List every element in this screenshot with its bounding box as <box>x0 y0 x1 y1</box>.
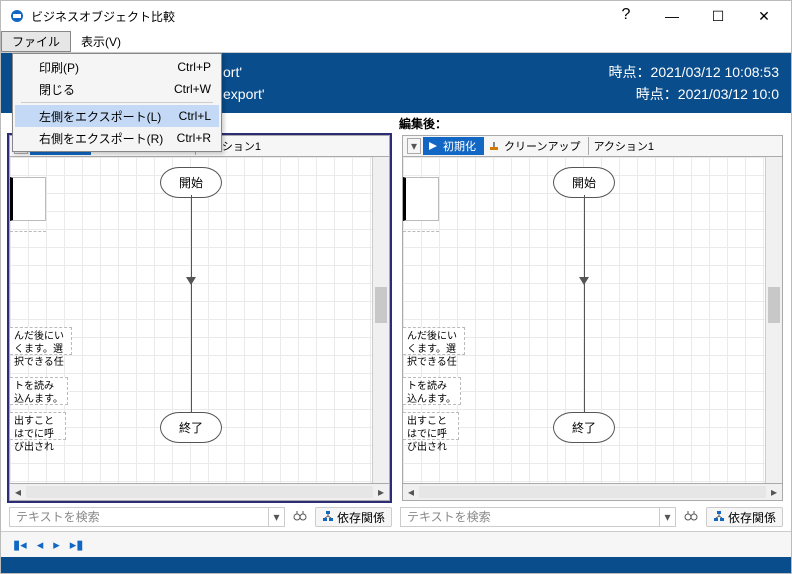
dash-guide-1 <box>10 231 46 232</box>
hscroll-left-arrow-r[interactable]: ◂ <box>403 484 419 500</box>
search-binoculars-right[interactable] <box>680 507 702 527</box>
search-dropdown-left[interactable]: ▾ <box>269 507 285 527</box>
dash-guide-1r <box>403 231 439 232</box>
cut-block-2-left: んだ後にいくます。選択できる任 <box>10 327 72 355</box>
menu-view[interactable]: 表示(V) <box>71 31 131 52</box>
left-canvas[interactable]: んだ後にいくます。選択できる任 トを読み込んます。 出すことはでに呼び出され 開… <box>10 157 372 483</box>
tab-action1-right-label: アクション1 <box>593 138 654 154</box>
cut-block-4-left: 出すことはでに呼び出され <box>10 412 66 440</box>
menu-file[interactable]: ファイル <box>1 31 71 52</box>
pane-label-right: 編集後： <box>393 115 781 133</box>
right-canvas-wrap: んだ後にいくます。選択できる任 トを読み込んます。 出すことはでに呼び出され 開… <box>402 157 783 484</box>
binoculars-icon <box>293 509 307 526</box>
menu-export-left[interactable]: 左側をエクスポート(L) Ctrl+L <box>15 105 219 127</box>
dependencies-label-left: 依存関係 <box>337 509 385 526</box>
search-dropdown-right[interactable]: ▾ <box>660 507 676 527</box>
menu-export-right[interactable]: 右側をエクスポート(R) Ctrl+R <box>15 127 219 149</box>
tree-icon <box>322 510 334 525</box>
menu-print-shortcut: Ctrl+P <box>171 60 211 74</box>
search-binoculars-left[interactable] <box>289 507 311 527</box>
menu-close-shortcut: Ctrl+W <box>168 82 211 96</box>
maximize-button[interactable]: ☐ <box>695 1 741 31</box>
nav-first-icon[interactable]: ▮◂ <box>13 537 27 553</box>
nav-last-icon[interactable]: ▸▮ <box>70 537 84 553</box>
dependencies-label-right: 依存関係 <box>728 509 776 526</box>
hscroll-right-arrow[interactable]: ▸ <box>373 484 389 500</box>
right-hscroll[interactable]: ◂ ▸ <box>402 484 783 501</box>
cut-block-2-right: んだ後にいくます。選択できる任 <box>403 327 465 355</box>
search-input-left[interactable]: テキストを検索 <box>9 507 269 527</box>
tab-cleanup-right-label: クリーンアップ <box>504 138 580 154</box>
dependencies-button-left[interactable]: 依存関係 <box>315 507 392 527</box>
menu-close[interactable]: 閉じる Ctrl+W <box>15 78 219 100</box>
cut-block-4-right: 出すことはでに呼び出され <box>403 412 459 440</box>
file-menu-dropdown: 印刷(P) Ctrl+P 閉じる Ctrl+W 左側をエクスポート(L) Ctr… <box>12 53 222 152</box>
nav-next-icon[interactable]: ▸ <box>53 537 60 553</box>
left-hscroll[interactable]: ◂ ▸ <box>9 484 390 501</box>
flow-connector-left <box>191 195 192 415</box>
flow-arrow-right <box>579 277 589 285</box>
tab-initialize-right-label: 初期化 <box>443 138 476 154</box>
banner-timestamp-1: 時点：2021/03/12 10:08:53 <box>609 61 779 83</box>
dependencies-button-right[interactable]: 依存関係 <box>706 507 783 527</box>
tab-action1-right[interactable]: アクション1 <box>588 137 662 155</box>
cut-block-1-right <box>403 177 439 221</box>
search-row: テキストを検索 ▾ 依存関係 テキストを検索 ▾ 依存関係 <box>1 503 791 531</box>
menu-print-label: 印刷(P) <box>39 59 171 76</box>
binoculars-icon <box>684 509 698 526</box>
status-bar <box>1 557 791 573</box>
flow-start-right[interactable]: 開始 <box>553 167 615 198</box>
search-input-right[interactable]: テキストを検索 <box>400 507 660 527</box>
right-vscroll[interactable] <box>765 157 782 483</box>
nav-prev-icon[interactable]: ◂ <box>37 537 44 553</box>
tree-icon <box>713 510 725 525</box>
hscroll-right-arrow-r[interactable]: ▸ <box>766 484 782 500</box>
tab-initialize-right[interactable]: 初期化 <box>423 137 484 155</box>
right-tab-dropdown[interactable]: ▾ <box>407 138 421 154</box>
cut-block-1-left <box>10 177 46 221</box>
cut-block-3-right: トを読み込んます。 <box>403 377 461 405</box>
right-tabs: ▾ 初期化 クリーンアップ アクション1 <box>402 135 783 157</box>
menu-separator <box>21 102 213 103</box>
flow-connector-right <box>584 195 585 415</box>
minimize-button[interactable]: — <box>649 1 695 31</box>
brush-icon <box>488 140 500 152</box>
titlebar: ビジネスオブジェクト比較 ? — ☐ ✕ <box>1 1 791 31</box>
left-vscroll[interactable] <box>372 157 389 483</box>
search-left: テキストを検索 ▾ 依存関係 <box>9 507 392 527</box>
menu-print[interactable]: 印刷(P) Ctrl+P <box>15 56 219 78</box>
flow-end-right[interactable]: 終了 <box>553 412 615 443</box>
menu-export-right-label: 右側をエクスポート(R) <box>39 130 171 147</box>
close-button[interactable]: ✕ <box>741 1 787 31</box>
menu-export-left-shortcut: Ctrl+L <box>173 109 211 123</box>
window-title: ビジネスオブジェクト比較 <box>31 8 175 25</box>
cut-block-3-left: トを読み込んます。 <box>10 377 68 405</box>
flow-start-left[interactable]: 開始 <box>160 167 222 198</box>
hscroll-left-arrow[interactable]: ◂ <box>10 484 26 500</box>
menubar: ファイル 表示(V) 印刷(P) Ctrl+P 閉じる Ctrl+W 左側をエク… <box>1 31 791 53</box>
flow-end-left[interactable]: 終了 <box>160 412 222 443</box>
pane-left: ▾ 初期化 クリーンアップ アクション1 んだ後にいくます。選択できる任 トを読… <box>7 133 392 503</box>
nav-footer: ▮◂ ◂ ▸ ▸▮ <box>1 531 791 557</box>
panes: ▾ 初期化 クリーンアップ アクション1 んだ後にいくます。選択できる任 トを読… <box>1 133 791 503</box>
search-right: テキストを検索 ▾ 依存関係 <box>400 507 783 527</box>
right-canvas[interactable]: んだ後にいくます。選択できる任 トを読み込んます。 出すことはでに呼び出され 開… <box>403 157 765 483</box>
app-icon <box>9 8 25 24</box>
menu-export-right-shortcut: Ctrl+R <box>171 131 211 145</box>
pane-right: ▾ 初期化 クリーンアップ アクション1 んだ後にいくます。選択できる任 トを読… <box>400 133 785 503</box>
flow-icon <box>427 140 439 152</box>
flow-arrow-left <box>186 277 196 285</box>
menu-close-label: 閉じる <box>39 81 168 98</box>
menu-export-left-label: 左側をエクスポート(L) <box>39 108 173 125</box>
tab-cleanup-right[interactable]: クリーンアップ <box>484 137 588 155</box>
banner-timestamp-2: 時点：2021/03/12 10:0 <box>636 83 779 105</box>
left-canvas-wrap: んだ後にいくます。選択できる任 トを読み込んます。 出すことはでに呼び出され 開… <box>9 157 390 484</box>
help-button[interactable]: ? <box>603 1 649 31</box>
